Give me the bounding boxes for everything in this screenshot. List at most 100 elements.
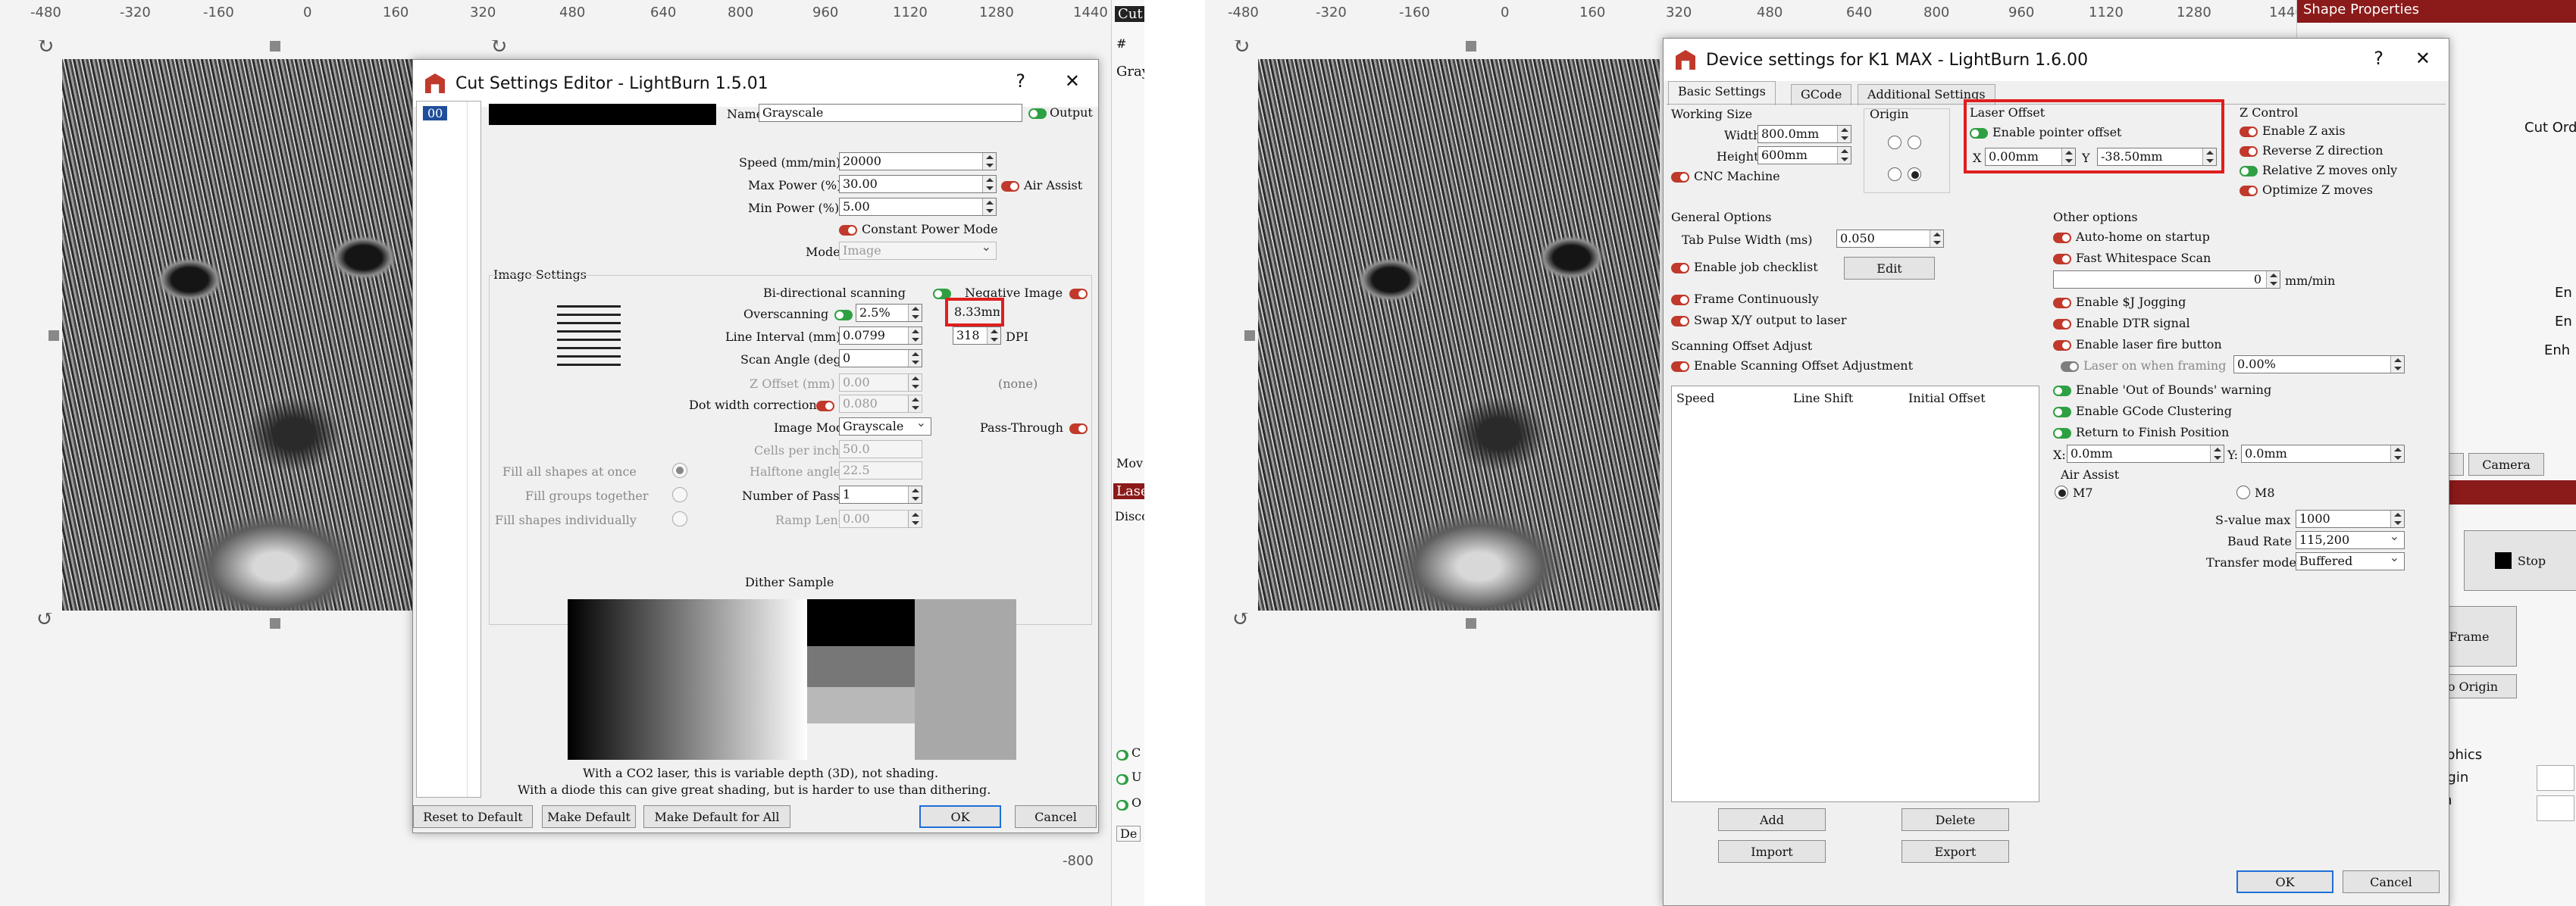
- ok-button[interactable]: OK: [919, 805, 1001, 828]
- resize-handle[interactable]: [1466, 41, 1476, 52]
- resize-handle[interactable]: [270, 41, 280, 52]
- fast-whitespace-toggle[interactable]: [2053, 254, 2071, 264]
- overscan-toggle[interactable]: [834, 310, 853, 320]
- ok-button[interactable]: OK: [2236, 870, 2333, 893]
- scan-angle-input[interactable]: 0: [839, 349, 922, 367]
- air-assist-toggle[interactable]: [1001, 181, 1019, 192]
- dtr-toggle[interactable]: [2053, 319, 2071, 330]
- m7-radio[interactable]: [2055, 486, 2068, 499]
- reset-default-button[interactable]: Reset to Default: [413, 805, 533, 828]
- transfer-mode-select[interactable]: Buffered: [2296, 552, 2405, 570]
- help-button[interactable]: ?: [2374, 48, 2384, 69]
- edit-checklist-button[interactable]: Edit: [1844, 257, 1935, 280]
- resize-handle[interactable]: [49, 330, 59, 341]
- cancel-button[interactable]: Cancel: [2343, 870, 2440, 893]
- laser-framing-toggle[interactable]: [2061, 361, 2079, 372]
- spin-arrows-icon[interactable]: [1837, 126, 1851, 142]
- sj-jogging-toggle[interactable]: [2053, 298, 2071, 308]
- rotate-handle-icon[interactable]: ↺: [1232, 606, 1250, 631]
- fill-all-radio[interactable]: [672, 463, 687, 478]
- spin-arrows-icon[interactable]: [2390, 445, 2404, 462]
- height-input[interactable]: 600mm: [1758, 146, 1851, 164]
- toggle[interactable]: [1116, 800, 1128, 811]
- pass-through-toggle[interactable]: [1069, 423, 1088, 434]
- scan-offset-toggle[interactable]: [1671, 361, 1689, 372]
- job-checklist-toggle[interactable]: [1671, 263, 1689, 273]
- constant-power-toggle[interactable]: [839, 225, 857, 236]
- toggle[interactable]: [1116, 774, 1128, 785]
- cancel-button[interactable]: Cancel: [1015, 805, 1097, 828]
- s-value-max-input[interactable]: 1000: [2296, 510, 2405, 528]
- z-offset-input[interactable]: 0.00: [839, 373, 922, 392]
- line-interval-input[interactable]: 0.0799: [839, 326, 922, 345]
- output-toggle[interactable]: [1028, 108, 1047, 119]
- mode-select[interactable]: Image: [839, 242, 997, 260]
- move-tab[interactable]: Mov: [1116, 456, 1143, 470]
- spin-arrows-icon[interactable]: [908, 350, 922, 367]
- origin-top-left-radio[interactable]: [1888, 136, 1901, 149]
- origin-bottom-left-radio[interactable]: [1888, 167, 1901, 181]
- close-icon[interactable]: ✕: [1065, 70, 1080, 92]
- baud-rate-select[interactable]: 115,200: [2296, 531, 2405, 549]
- spin-arrows-icon[interactable]: [982, 176, 996, 192]
- oob-toggle[interactable]: [2053, 386, 2071, 396]
- dot-width-toggle[interactable]: [816, 401, 834, 411]
- z-reverse-toggle[interactable]: [2240, 146, 2258, 157]
- spin-arrows-icon[interactable]: [982, 198, 996, 215]
- return-finish-toggle[interactable]: [2053, 428, 2071, 439]
- spin-arrows-icon[interactable]: [982, 153, 996, 170]
- spin-arrows-icon[interactable]: [908, 395, 922, 412]
- make-default-all-button[interactable]: Make Default for All: [643, 805, 790, 828]
- spin-arrows-icon[interactable]: [2390, 511, 2404, 527]
- m8-radio[interactable]: [2236, 486, 2250, 499]
- tab-basic-settings[interactable]: Basic Settings: [1668, 81, 1776, 105]
- laser-framing-input[interactable]: 0.00%: [2233, 355, 2405, 373]
- cat-photo[interactable]: [62, 59, 449, 611]
- layer-list-scrollbar[interactable]: [467, 102, 480, 797]
- cnc-toggle[interactable]: [1671, 172, 1689, 183]
- layer-index-badge[interactable]: 00: [423, 106, 448, 120]
- spin-arrows-icon[interactable]: [908, 511, 922, 527]
- negative-image-toggle[interactable]: [1069, 289, 1088, 299]
- z-enable-toggle[interactable]: [2240, 127, 2258, 137]
- spin-arrows-icon[interactable]: [908, 374, 922, 391]
- spin-arrows-icon[interactable]: [908, 486, 922, 503]
- dock-field[interactable]: [2537, 765, 2574, 791]
- fire-button-toggle[interactable]: [2053, 340, 2071, 351]
- spin-arrows-icon[interactable]: [1837, 147, 1851, 164]
- width-input[interactable]: 800.0mm: [1758, 125, 1851, 143]
- rotate-handle-icon[interactable]: ↻: [36, 33, 54, 58]
- origin-bottom-right-radio[interactable]: [1908, 167, 1921, 181]
- halftone-input[interactable]: 22.5: [839, 461, 922, 480]
- resize-handle[interactable]: [1244, 330, 1255, 341]
- rotate-handle-icon[interactable]: ↻: [1232, 33, 1250, 58]
- image-mode-select[interactable]: Grayscale: [839, 417, 931, 436]
- frame-continuously-toggle[interactable]: [1671, 295, 1689, 305]
- fill-individual-radio[interactable]: [672, 511, 687, 526]
- make-default-button[interactable]: Make Default: [542, 805, 636, 828]
- auto-home-toggle[interactable]: [2053, 233, 2071, 243]
- help-button[interactable]: ?: [1016, 70, 1025, 92]
- close-icon[interactable]: ✕: [2415, 48, 2430, 69]
- rotate-handle-icon[interactable]: ↺: [36, 606, 54, 631]
- max-power-input[interactable]: 30.00: [839, 175, 997, 193]
- overscan-pct-input[interactable]: 2.5%: [856, 304, 922, 322]
- spin-arrows-icon[interactable]: [2390, 356, 2404, 373]
- export-button[interactable]: Export: [1901, 840, 2009, 863]
- layer-color-swatch[interactable]: [489, 104, 716, 125]
- dot-width-input[interactable]: 0.080: [839, 395, 922, 413]
- spin-arrows-icon[interactable]: [1930, 230, 1943, 247]
- fill-groups-radio[interactable]: [672, 487, 687, 502]
- speed-input[interactable]: 20000: [839, 152, 997, 170]
- ramp-input[interactable]: 0.00: [839, 510, 922, 528]
- swap-xy-toggle[interactable]: [1671, 316, 1689, 326]
- resize-handle[interactable]: [1466, 618, 1476, 629]
- spin-arrows-icon[interactable]: [908, 305, 922, 321]
- cuts-layer-row[interactable]: Gray: [1116, 64, 1144, 80]
- cells-input[interactable]: 50.0: [839, 440, 922, 458]
- delete-button[interactable]: Delete: [1901, 808, 2009, 831]
- add-button[interactable]: Add: [1718, 808, 1826, 831]
- dpi-input[interactable]: 318: [953, 326, 1001, 345]
- toggle[interactable]: [1116, 750, 1128, 761]
- passes-input[interactable]: 1: [839, 486, 922, 504]
